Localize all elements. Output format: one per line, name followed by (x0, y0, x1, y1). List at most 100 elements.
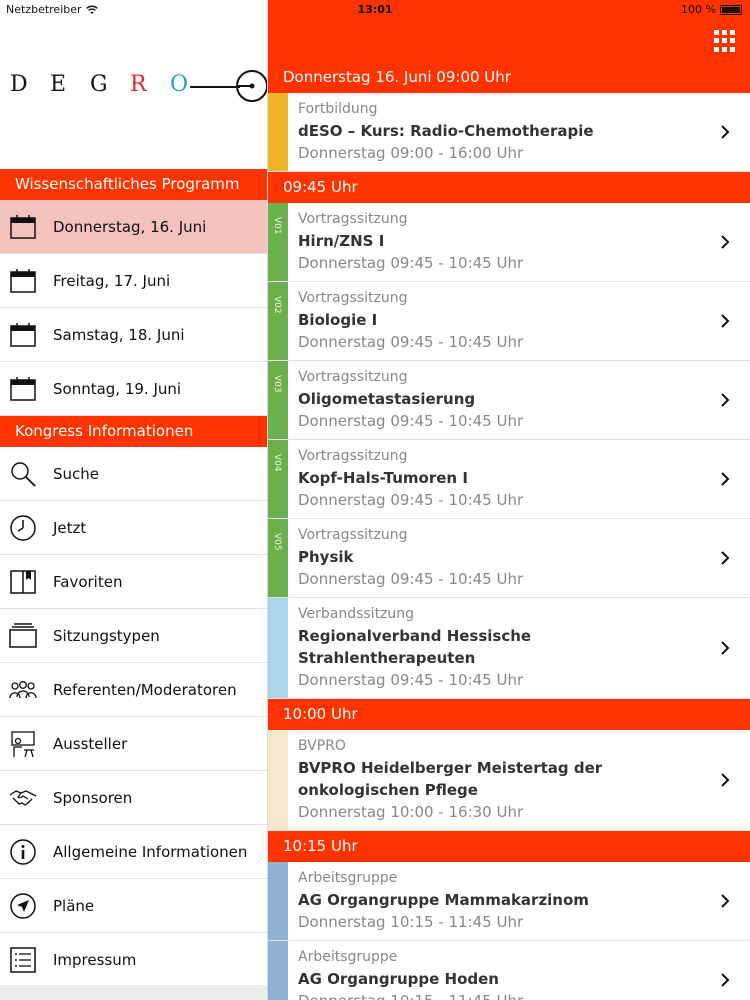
session-type: Fortbildung (298, 101, 378, 117)
sidebar-item-jetzt[interactable]: Jetzt (0, 501, 267, 555)
sidebar-item-day-sunday[interactable]: Sonntag, 19. Juni (0, 362, 267, 416)
calendar-icon (8, 266, 38, 296)
exhibitor-icon (8, 729, 38, 759)
session-title: Regionalverband Hessische Strahlentherap… (298, 627, 532, 667)
session-type: Vortragssitzung (298, 369, 408, 385)
carrier-label: Netzbetreiber (6, 3, 82, 16)
logo-letter-d: D (10, 72, 28, 97)
session-title: Kopf-Hals-Tumoren I (298, 469, 468, 487)
sidebar-item-impressum[interactable]: Impressum (0, 933, 267, 987)
session-time: Donnerstag 09:00 - 16:00 Uhr (298, 144, 524, 162)
session-color-strip (268, 941, 288, 1000)
session-time: Donnerstag 09:45 - 10:45 Uhr (298, 254, 524, 272)
session-time: Donnerstag 09:45 - 10:45 Uhr (298, 333, 524, 351)
session-code: V02 (272, 296, 282, 314)
time-group-header: 10:00 Uhr (268, 699, 750, 730)
sidebar-item-sitzungstypen[interactable]: Sitzungstypen (0, 609, 267, 663)
session-color-strip (268, 730, 288, 830)
session-color-strip: V03 (268, 361, 288, 439)
info-icon (8, 837, 38, 867)
status-battery: 100 % (681, 3, 742, 16)
session-row[interactable]: V05 Vortragssitzung Physik Donnerstag 09:45… (268, 519, 750, 598)
sidebar-item-sponsoren[interactable]: Sponsoren (0, 771, 267, 825)
session-title: BVPRO Heidelberger Meistertag der onkolo… (298, 759, 603, 799)
sidebar-item-day-friday[interactable]: Freitag, 17. Juni (0, 254, 267, 308)
session-row[interactable]: V01 Vortragssitzung Hirn/ZNS I Donnerstag 0… (268, 203, 750, 282)
chevron-right-icon (720, 471, 730, 487)
list-icon (8, 945, 38, 975)
session-row[interactable]: BVPRO BVPRO Heidelberger Meistertag der o… (268, 730, 750, 831)
search-icon (8, 459, 38, 489)
session-color-strip: V02 (268, 282, 288, 360)
sidebar-item-favoriten[interactable]: Favoriten (0, 555, 267, 609)
session-type: Vortragssitzung (298, 448, 408, 464)
bookmark-icon (8, 567, 38, 597)
top-bar: 13:01 100 % (268, 0, 750, 62)
session-color-strip (268, 93, 288, 171)
clock-icon (8, 513, 38, 543)
session-row[interactable]: V02 Vortragssitzung Biologie I Donnerstag 0… (268, 282, 750, 361)
session-list-panel: 13:01 100 % Donnerstag 16. Juni 09:00 Uh… (268, 0, 750, 1000)
session-row[interactable]: V04 Vortragssitzung Kopf-Hals-Tumoren I Don… (268, 440, 750, 519)
status-time: 13:01 (357, 3, 393, 16)
sidebar-item-plaene[interactable]: Pläne (0, 879, 267, 933)
sidebar-item-label: Suche (53, 464, 100, 483)
session-row[interactable]: Fortbildung dESO – Kurs: Radio-Chemothera… (268, 93, 750, 172)
session-type: Vortragssitzung (298, 527, 408, 543)
session-color-strip: V05 (268, 519, 288, 597)
session-row[interactable]: Verbandssitzung Regionalverband Hessische… (268, 598, 750, 699)
sidebar-item-label: Impressum (53, 950, 137, 969)
sidebar-item-label: Freitag, 17. Juni (53, 271, 171, 290)
session-type: Arbeitsgruppe (298, 870, 398, 886)
sidebar-item-label: Referenten/Moderatoren (53, 680, 237, 699)
session-time: Donnerstag 10:15 - 11:45 Uhr (298, 913, 524, 931)
session-title: Physik (298, 548, 354, 566)
session-code: V01 (272, 217, 282, 235)
time-group-header: 10:15 Uhr (268, 831, 750, 862)
session-title: Biologie I (298, 311, 378, 329)
sidebar-item-label: Samstag, 18. Juni (53, 325, 185, 344)
logo-letter-e: E (50, 72, 67, 97)
chevron-right-icon (720, 392, 730, 408)
sidebar-item-label: Pläne (53, 896, 95, 915)
sidebar-item-suche[interactable]: Suche (0, 447, 267, 501)
sidebar-item-label: Donnerstag, 16. Juni (53, 217, 207, 236)
session-type: Arbeitsgruppe (298, 949, 398, 965)
session-color-strip (268, 598, 288, 698)
session-row[interactable]: Arbeitsgruppe AG Organgruppe Mammakarzino… (268, 862, 750, 941)
sidebar-item-label: Jetzt (53, 518, 87, 537)
chevron-right-icon (720, 972, 730, 988)
session-code: V03 (272, 375, 282, 393)
logo-line (190, 86, 240, 88)
session-title: Oligometastasierung (298, 390, 476, 408)
session-code: V05 (272, 533, 282, 551)
people-icon (8, 675, 38, 705)
chevron-right-icon (720, 640, 730, 656)
session-row[interactable]: Arbeitsgruppe AG Organgruppe Hoden Donners… (268, 941, 750, 1000)
chevron-right-icon (720, 893, 730, 909)
session-type: Verbandssitzung (298, 606, 415, 622)
sidebar-item-label: Favoriten (53, 572, 123, 591)
grid-menu-icon[interactable] (714, 30, 736, 52)
sidebar-item-label: Sonntag, 19. Juni (53, 379, 182, 398)
sidebar: Netzbetreiber D E G R O Wissenschaftlich… (0, 0, 268, 1000)
session-time: Donnerstag 09:45 - 10:45 Uhr (298, 570, 524, 588)
logo-circle (236, 70, 267, 102)
sidebar-item-aussteller[interactable]: Aussteller (0, 717, 267, 771)
sidebar-item-referenten[interactable]: Referenten/Moderatoren (0, 663, 267, 717)
battery-icon (720, 4, 742, 15)
folder-icon (8, 621, 38, 651)
wifi-icon (85, 5, 98, 14)
sidebar-item-allgemeine-informationen[interactable]: Allgemeine Informationen (0, 825, 267, 879)
sidebar-item-day-saturday[interactable]: Samstag, 18. Juni (0, 308, 267, 362)
session-list: Donnerstag 16. Juni 09:00 Uhr Fortbildung… (268, 62, 750, 1000)
status-carrier: Netzbetreiber (6, 3, 98, 16)
time-group-header: 09:45 Uhr (268, 172, 750, 203)
sidebar-item-day-thursday[interactable]: Donnerstag, 16. Juni (0, 200, 267, 254)
sidebar-item-label: Allgemeine Informationen (53, 842, 248, 861)
session-type: BVPRO (298, 738, 346, 754)
session-row[interactable]: V03 Vortragssitzung Oligometastasierung Don… (268, 361, 750, 440)
session-color-strip: V04 (268, 440, 288, 518)
logo-letter-o: O (170, 72, 189, 97)
session-time: Donnerstag 10:15 - 11:45 Uhr (298, 990, 710, 1000)
